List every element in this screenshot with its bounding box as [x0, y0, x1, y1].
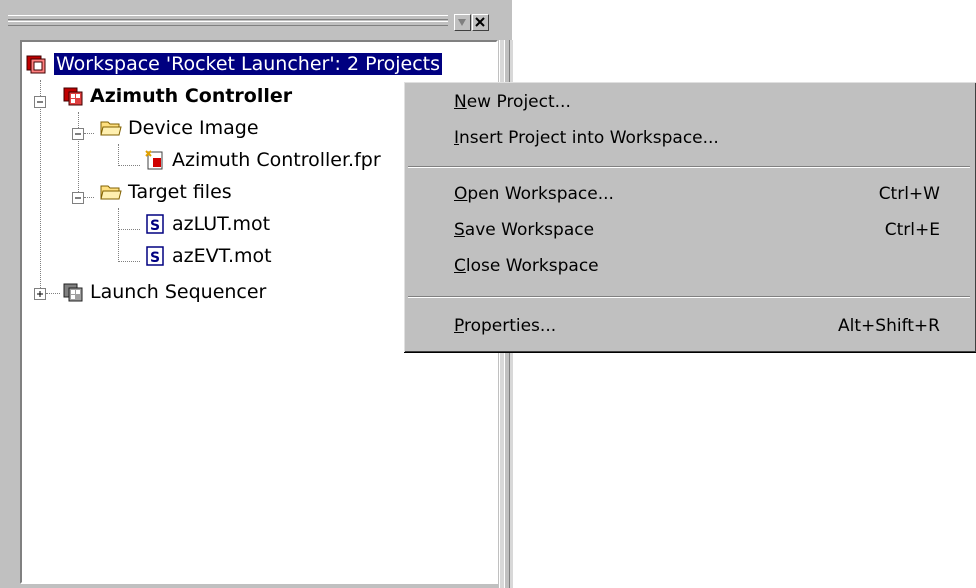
tree-item-label: azEVT.mot: [172, 245, 272, 267]
tree-item-file-azimuth-controller-fpr[interactable]: Azimuth Controller.fpr: [144, 146, 381, 174]
menu-item-label-rest: ew Project...: [466, 92, 571, 112]
menu-item-properties[interactable]: Properties... Alt+Shift+R: [404, 310, 974, 342]
menu-item-label: Save Workspace: [454, 220, 595, 240]
tree-item-folder-device-image[interactable]: Device Image: [100, 114, 259, 142]
menu-item-label-rest: roperties...: [463, 316, 557, 336]
folder-open-icon: [100, 185, 122, 200]
tree-line: [118, 144, 119, 166]
close-icon[interactable]: [472, 14, 489, 31]
tree-item-file-azlut-mot[interactable]: S azLUT.mot: [144, 210, 270, 238]
menu-item-shortcut: Ctrl+W: [878, 184, 940, 204]
collapse-icon[interactable]: [72, 128, 84, 140]
folder-open-icon: [100, 121, 122, 136]
tree-line: [40, 80, 41, 296]
tree-item-label: Device Image: [128, 117, 259, 139]
menu-item-label: Close Workspace: [454, 256, 599, 276]
tree-item-label: Azimuth Controller.fpr: [172, 149, 381, 171]
s-record-file-icon: S: [146, 214, 164, 234]
menu-item-label: Properties...: [454, 316, 557, 336]
tree-line: [84, 197, 94, 198]
menu-item-shortcut: Ctrl+E: [884, 220, 940, 240]
panel-titlebar[interactable]: [4, 10, 496, 36]
svg-text:S: S: [150, 250, 160, 266]
menu-item-open-workspace[interactable]: Open Workspace... Ctrl+W: [404, 178, 974, 210]
menu-item-shortcut: Alt+Shift+R: [838, 316, 940, 336]
collapse-icon[interactable]: [34, 96, 46, 108]
menu-item-close-workspace[interactable]: Close Workspace: [404, 250, 974, 282]
menu-separator: [408, 296, 970, 298]
menu-item-label-rest: pen Workspace...: [467, 184, 614, 204]
workspace-context-menu: New Project... Insert Project into Works…: [404, 82, 976, 353]
tree-line: [84, 133, 94, 134]
expand-icon[interactable]: [34, 288, 46, 300]
menu-item-label-rest: nsert Project into Workspace...: [459, 128, 719, 148]
tree-item-project-azimuth-controller[interactable]: Azimuth Controller: [62, 82, 292, 110]
titlebar-grip: [8, 21, 448, 26]
project-icon: [63, 87, 83, 106]
tree-line: [78, 112, 79, 200]
titlebar-grip: [8, 15, 448, 20]
tree-item-label: Workspace 'Rocket Launcher': 2 Projects: [52, 52, 444, 76]
svg-text:S: S: [150, 218, 160, 234]
collapse-icon[interactable]: [72, 192, 84, 204]
tree-item-label: Azimuth Controller: [90, 85, 293, 107]
tree-line: [118, 261, 140, 262]
menu-item-insert-project[interactable]: Insert Project into Workspace...: [404, 122, 974, 154]
s-record-file-icon: S: [146, 246, 164, 266]
tree-item-label: azLUT.mot: [172, 213, 271, 235]
project-icon: [63, 283, 83, 302]
tree-item-workspace[interactable]: Workspace 'Rocket Launcher': 2 Projects: [26, 50, 444, 78]
restore-icon[interactable]: [454, 14, 471, 31]
tree-item-label: Target files: [128, 181, 232, 203]
menu-item-label-rest: ave Workspace: [464, 220, 595, 240]
device-image-file-icon: [145, 150, 163, 170]
tree-item-project-launch-sequencer[interactable]: Launch Sequencer: [62, 278, 266, 306]
menu-separator: [408, 166, 970, 168]
tree-item-label: Launch Sequencer: [90, 281, 267, 303]
tree-item-folder-target-files[interactable]: Target files: [100, 178, 232, 206]
tree-item-file-azevt-mot[interactable]: S azEVT.mot: [144, 242, 272, 270]
workspace-icon: [26, 55, 46, 74]
menu-item-label: Insert Project into Workspace...: [454, 128, 719, 148]
menu-item-label: Open Workspace...: [454, 184, 614, 204]
tree-line: [118, 229, 140, 230]
menu-item-save-workspace[interactable]: Save Workspace Ctrl+E: [404, 214, 974, 246]
tree-line: [46, 293, 60, 294]
tree-line: [118, 208, 119, 262]
menu-item-label-rest: lose Workspace: [465, 256, 599, 276]
tree-line: [118, 165, 140, 166]
menu-item-label: New Project...: [454, 92, 571, 112]
menu-item-new-project[interactable]: New Project...: [404, 86, 974, 118]
